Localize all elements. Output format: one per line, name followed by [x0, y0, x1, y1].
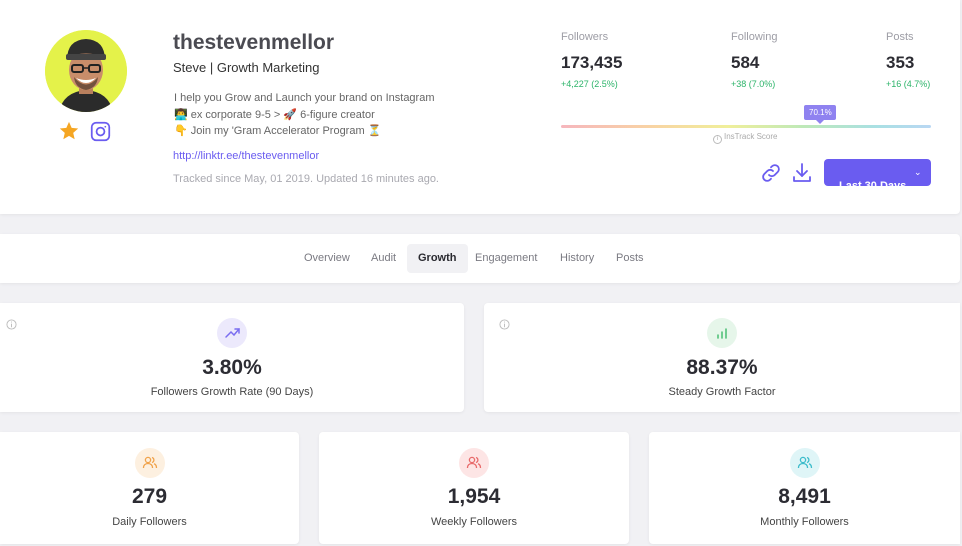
copy-link-button[interactable]	[759, 161, 783, 185]
trending-up-icon	[217, 318, 247, 348]
profile-card: thestevenmellor Steve | Growth Marketing…	[0, 0, 960, 214]
posts-label: Posts	[886, 31, 914, 43]
daily-followers-value: 279	[131, 485, 168, 508]
tracked-since-text: Tracked since May, 01 2019. Updated 16 m…	[173, 173, 439, 185]
bio: I help you Grow and Launch your brand on…	[174, 90, 435, 140]
instagram-icon[interactable]	[90, 121, 111, 142]
weekly-followers-value: 1,954	[447, 485, 501, 508]
followers-value: 173,435	[561, 53, 623, 72]
tabs-bar: Overview Audit Growth Engagement History…	[0, 234, 960, 283]
download-icon	[793, 163, 811, 182]
daily-followers-card: 279 Daily Followers	[0, 432, 299, 544]
monthly-followers-card: 8,491 Monthly Followers	[649, 432, 960, 544]
bio-line: 👨‍💻 ex corporate 9-5 > 🚀 6-figure creato…	[174, 108, 375, 121]
tab-audit[interactable]: Audit	[371, 234, 396, 283]
weekly-followers-label: Weekly Followers	[431, 516, 517, 528]
growth-rate-label: Followers Growth Rate (90 Days)	[150, 386, 314, 398]
steady-growth-label: Steady Growth Factor	[668, 386, 776, 398]
followers-change: +4,227 (2.5%)	[561, 79, 618, 89]
chevron-down-icon: ⌄	[914, 167, 922, 177]
star-icon[interactable]	[58, 120, 80, 142]
following-change: +38 (7.0%)	[731, 79, 776, 89]
following-value: 584	[731, 53, 760, 72]
tab-history[interactable]: History	[560, 234, 594, 283]
score-label: i InsTrack Score	[713, 132, 778, 144]
period-label: Last 30 Days	[839, 179, 907, 192]
monthly-followers-value: 8,491	[778, 485, 831, 508]
growth-rate-card: 3.80% Followers Growth Rate (90 Days)	[0, 303, 464, 412]
weekly-followers-card: 1,954 Weekly Followers	[319, 432, 629, 544]
growth-rate-value: 3.80%	[202, 356, 262, 379]
following-label: Following	[731, 31, 778, 43]
tab-growth[interactable]: Growth	[407, 244, 468, 273]
users-icon	[134, 448, 165, 478]
bio-line: I help you Grow and Launch your brand on…	[174, 92, 435, 104]
users-icon	[459, 448, 489, 478]
period-dropdown-button[interactable]: Last 30 Days ⌄	[824, 159, 931, 192]
steady-growth-card: 88.37% Steady Growth Factor	[484, 303, 960, 412]
avatar[interactable]	[45, 30, 127, 112]
steady-growth-value: 88.37%	[686, 356, 758, 379]
tab-engagement[interactable]: Engagement	[475, 234, 537, 283]
tab-overview[interactable]: Overview	[304, 234, 350, 283]
link-icon	[762, 164, 780, 182]
avatar-photo	[45, 30, 127, 112]
followers-label: Followers	[561, 31, 609, 43]
tab-posts[interactable]: Posts	[616, 234, 644, 283]
info-icon[interactable]	[6, 319, 17, 330]
score-bar	[561, 125, 931, 128]
users-icon	[789, 448, 820, 478]
download-button[interactable]	[790, 161, 814, 185]
profile-link[interactable]: http://linktr.ee/thestevenmellor	[173, 150, 319, 162]
bar-chart-icon	[707, 318, 737, 348]
score-badge: 70.1%	[804, 105, 837, 124]
posts-change: +16 (4.7%)	[886, 79, 931, 89]
monthly-followers-label: Monthly Followers	[760, 516, 849, 528]
score-label-text: InsTrack Score	[724, 132, 778, 141]
daily-followers-label: Daily Followers	[112, 516, 187, 528]
info-icon: i	[713, 135, 722, 144]
full-name: Steve | Growth Marketing	[173, 60, 320, 75]
bio-line: 👇 Join my 'Gram Accelerator Program ⏳	[174, 125, 382, 137]
username: thestevenmellor	[173, 31, 335, 54]
posts-value: 353	[886, 53, 915, 72]
info-icon[interactable]	[499, 319, 510, 330]
